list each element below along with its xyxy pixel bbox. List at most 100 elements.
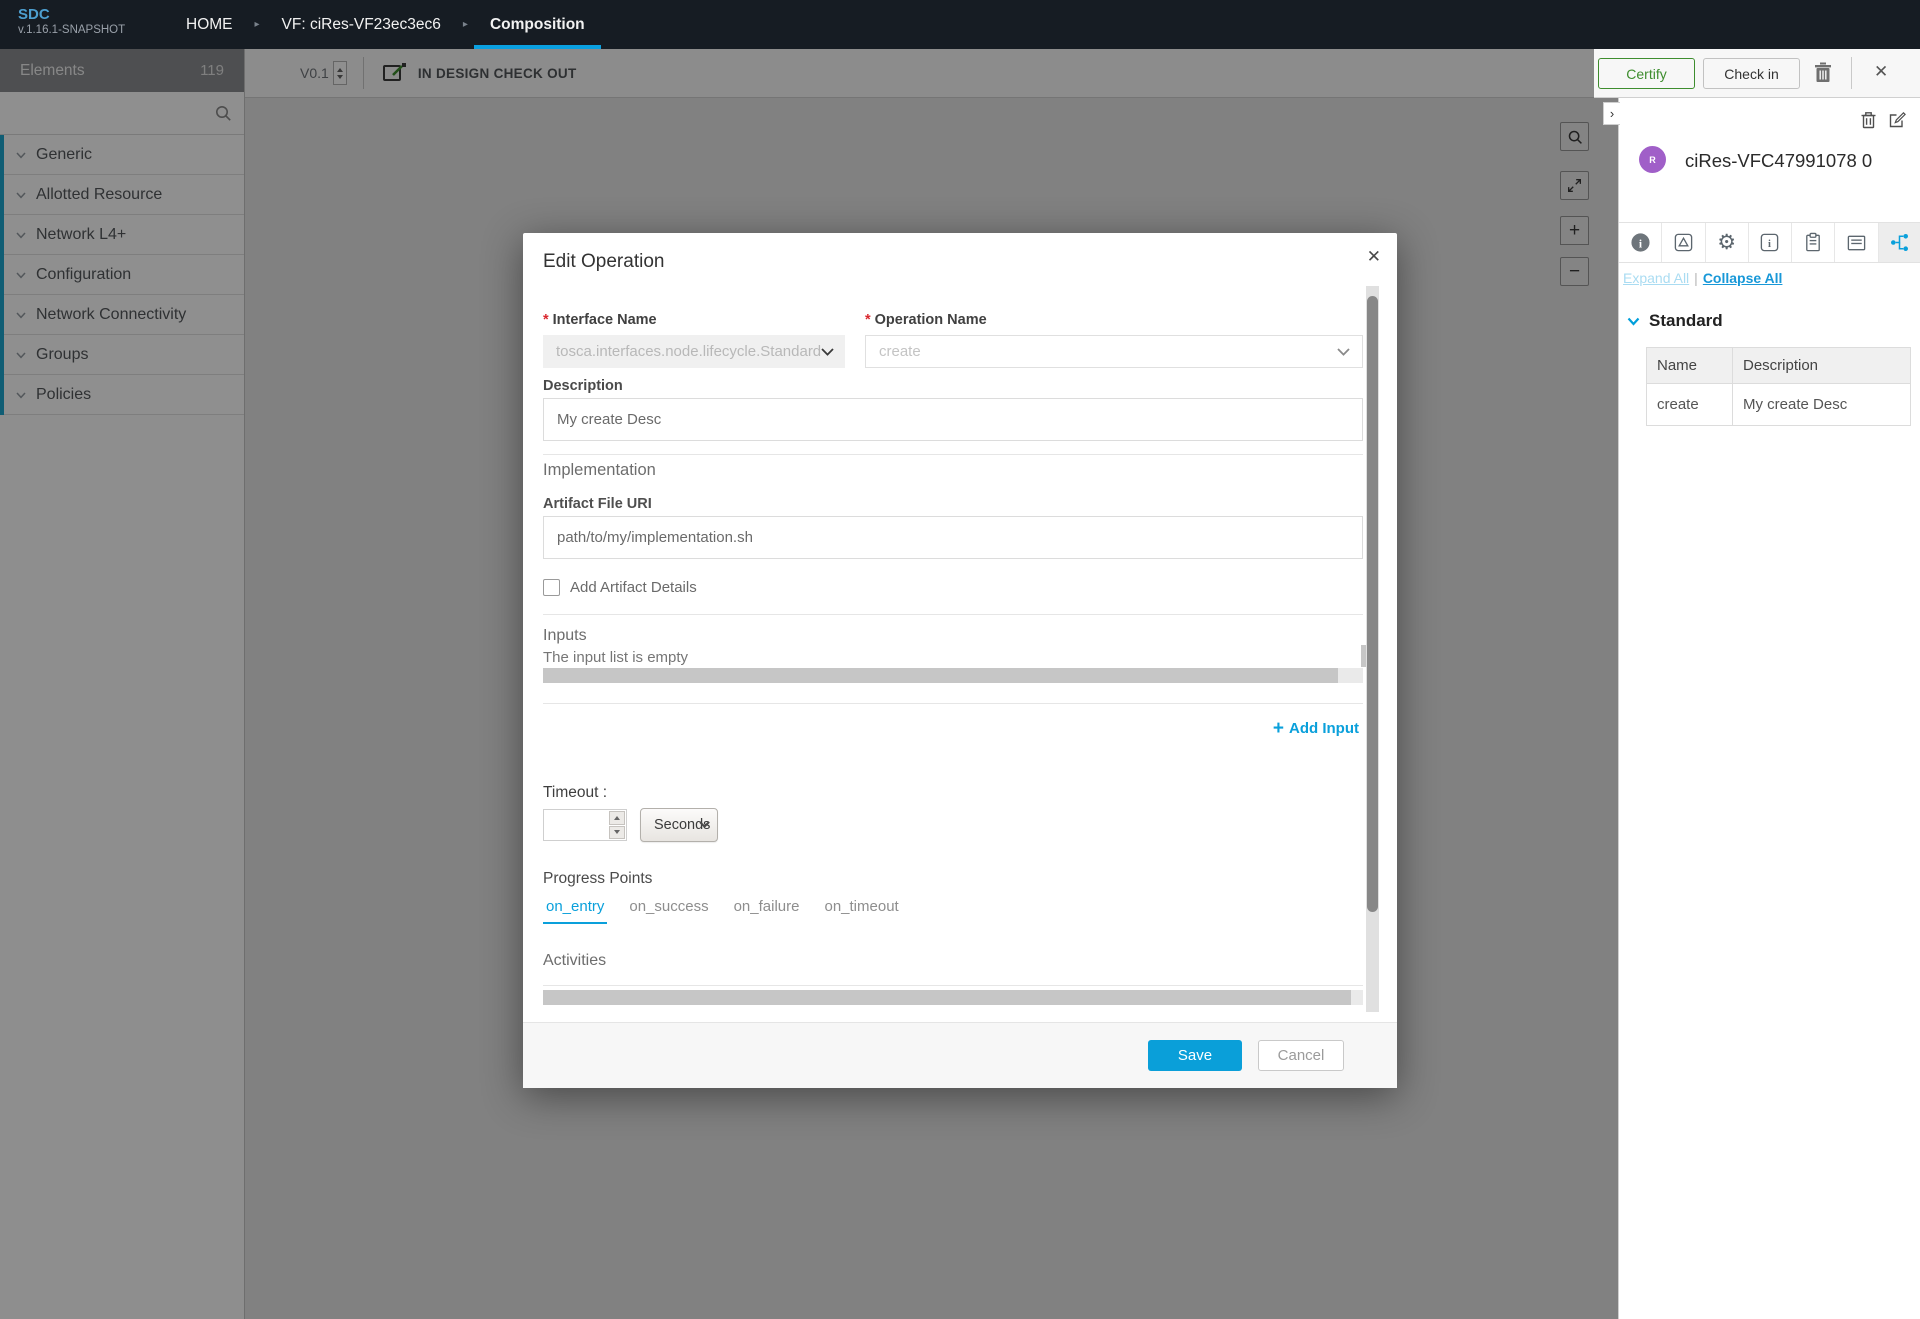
add-input-row: +Add Input xyxy=(543,718,1363,742)
timeout-input[interactable] xyxy=(544,810,606,840)
avatar: R xyxy=(1639,146,1666,173)
component-details-panel: › R ciRes-VFC47991078 0 i ⚙ xyxy=(1618,98,1920,1319)
close-composition-icon[interactable]: ✕ xyxy=(1874,62,1888,82)
panel-header-actions xyxy=(1860,111,1906,129)
operation-name-select[interactable]: create xyxy=(865,335,1363,368)
divider xyxy=(543,614,1363,615)
delete-icon[interactable] xyxy=(1812,61,1834,85)
operations-table: Name Description create My create Desc xyxy=(1646,347,1911,426)
edit-icon[interactable] xyxy=(1888,111,1906,129)
artifact-file-uri-input[interactable] xyxy=(543,516,1363,559)
chevron-down-icon xyxy=(1337,348,1350,356)
gear-icon[interactable]: ⚙ xyxy=(1706,223,1749,262)
timeout-input-wrap xyxy=(543,809,627,841)
interface-name-field: *Interface Name tosca.interfaces.node.li… xyxy=(543,312,845,368)
tab-on-timeout[interactable]: on_timeout xyxy=(821,898,901,924)
breadcrumb-home[interactable]: HOME xyxy=(170,0,249,49)
interface-name-value: tosca.interfaces.node.lifecycle.Standard xyxy=(556,343,821,360)
modal-title: Edit Operation xyxy=(543,251,664,272)
svg-text:i: i xyxy=(1769,239,1772,250)
cancel-button[interactable]: Cancel xyxy=(1258,1040,1344,1071)
divider xyxy=(543,703,1363,704)
collapse-all-link[interactable]: Collapse All xyxy=(1703,270,1783,286)
app-root: SDC v.1.16.1-SNAPSHOT HOME ▸ VF: ciRes-V… xyxy=(0,0,1920,1319)
chevron-right-icon: › xyxy=(1610,106,1614,121)
description-input[interactable] xyxy=(543,398,1363,441)
section-title: Standard xyxy=(1649,311,1723,331)
divider xyxy=(543,454,1363,455)
top-nav: SDC v.1.16.1-SNAPSHOT HOME ▸ VF: ciRes-V… xyxy=(0,0,1920,49)
expand-all-link[interactable]: Expand All xyxy=(1623,270,1689,286)
scrollbar-thumb[interactable] xyxy=(1367,296,1378,912)
scrollbar-thumb[interactable] xyxy=(543,668,1338,683)
close-icon[interactable]: ✕ xyxy=(1367,247,1381,267)
inputs-heading: Inputs xyxy=(543,627,1363,647)
scrollbar-thumb[interactable] xyxy=(543,990,1351,1005)
add-artifact-details-label: Add Artifact Details xyxy=(570,579,697,596)
workflow-icon[interactable] xyxy=(1879,223,1920,262)
modal-vertical-scrollbar[interactable] xyxy=(1366,286,1379,1012)
tab-on-entry[interactable]: on_entry xyxy=(543,898,607,924)
breadcrumb: HOME ▸ VF: ciRes-VF23ec3ec6 ▸ Compositio… xyxy=(170,0,601,49)
operation-name-value: create xyxy=(879,343,921,360)
checkbox-unchecked-icon[interactable] xyxy=(543,579,560,596)
breadcrumb-separator-icon: ▸ xyxy=(249,0,266,49)
stepper-up-icon[interactable] xyxy=(609,811,625,825)
tab-on-failure[interactable]: on_failure xyxy=(731,898,803,924)
interface-name-label: *Interface Name xyxy=(543,312,845,332)
clipboard-icon[interactable] xyxy=(1792,223,1835,262)
number-stepper xyxy=(609,811,625,839)
table-row[interactable]: create My create Desc xyxy=(1647,384,1911,426)
info-square-icon[interactable]: i xyxy=(1749,223,1792,262)
toolbar-actions: Certify Check in ✕ xyxy=(1594,49,1920,98)
add-input-button[interactable]: +Add Input xyxy=(1273,720,1359,737)
logo-title: SDC xyxy=(18,6,170,23)
sdc-logo: SDC v.1.16.1-SNAPSHOT xyxy=(0,0,170,49)
description-label: Description xyxy=(543,378,1363,398)
save-button[interactable]: Save xyxy=(1148,1040,1242,1071)
timeout-unit-select[interactable]: Seconds xyxy=(640,808,718,842)
info-icon[interactable]: i xyxy=(1619,223,1662,262)
checkin-button[interactable]: Check in xyxy=(1703,58,1800,89)
activities-heading: Activities xyxy=(543,952,1363,972)
stepper-down-icon[interactable] xyxy=(609,826,625,840)
name-fields-row: *Interface Name tosca.interfaces.node.li… xyxy=(543,312,1363,368)
trash-icon[interactable] xyxy=(1860,111,1877,129)
modal-header: Edit Operation ✕ xyxy=(523,233,1397,282)
modal-overlay-top xyxy=(0,49,1594,98)
archive-icon[interactable] xyxy=(1835,223,1878,262)
add-artifact-details-checkbox-row[interactable]: Add Artifact Details xyxy=(543,577,1363,597)
modal-footer: Save Cancel xyxy=(523,1022,1397,1088)
logo-version: v.1.16.1-SNAPSHOT xyxy=(18,23,170,37)
progress-points-heading: Progress Points xyxy=(543,870,1363,890)
avatar-letter: R xyxy=(1649,155,1656,165)
edit-operation-modal: Edit Operation ✕ *Interface Name tosca.i… xyxy=(523,233,1397,1088)
panel-tabs: i ⚙ i xyxy=(1619,222,1920,263)
expand-collapse-links: Expand All | Collapse All xyxy=(1623,270,1782,286)
timeout-label: Timeout : xyxy=(543,784,1363,804)
component-title: ciRes-VFC47991078 0 xyxy=(1685,150,1872,172)
modal-body: *Interface Name tosca.interfaces.node.li… xyxy=(523,282,1397,1022)
column-header-name: Name xyxy=(1647,348,1733,384)
plus-icon: + xyxy=(1273,718,1284,739)
links-separator: | xyxy=(1694,270,1698,286)
certify-button[interactable]: Certify xyxy=(1598,58,1695,89)
activities-horizontal-scrollbar[interactable] xyxy=(543,990,1363,1005)
implementation-heading: Implementation xyxy=(543,461,1363,483)
operation-name-label: *Operation Name xyxy=(865,312,1363,332)
actions-divider xyxy=(1851,57,1852,89)
breadcrumb-vf[interactable]: VF: ciRes-VF23ec3ec6 xyxy=(266,0,457,49)
cell-operation-description: My create Desc xyxy=(1733,384,1911,426)
certificate-icon[interactable] xyxy=(1662,223,1705,262)
tab-on-success[interactable]: on_success xyxy=(626,898,711,924)
cell-operation-name: create xyxy=(1647,384,1733,426)
progress-points-tabs: on_entry on_success on_failure on_timeou… xyxy=(543,898,1363,924)
panel-collapse-handle[interactable]: › xyxy=(1603,102,1620,125)
breadcrumb-separator-icon: ▸ xyxy=(457,0,474,49)
standard-section-header[interactable]: Standard xyxy=(1627,311,1723,331)
breadcrumb-composition[interactable]: Composition xyxy=(474,0,601,49)
interface-name-select[interactable]: tosca.interfaces.node.lifecycle.Standard xyxy=(543,335,845,368)
chevron-down-icon xyxy=(1627,317,1640,326)
table-header-row: Name Description xyxy=(1647,348,1911,384)
inputs-horizontal-scrollbar[interactable] xyxy=(543,668,1363,683)
